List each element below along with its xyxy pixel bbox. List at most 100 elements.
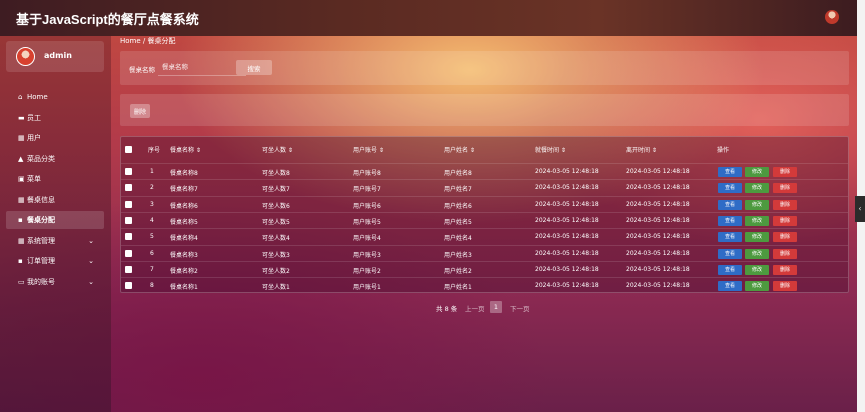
column-header-7: 操作 [717, 147, 730, 154]
table-cell: 3 [150, 200, 154, 208]
row-checkbox[interactable] [125, 233, 132, 241]
delete-button[interactable]: 删除 [773, 232, 797, 243]
pagination-current-page[interactable]: 1 [490, 301, 502, 313]
delete-button[interactable]: 删除 [773, 248, 797, 259]
delete-button[interactable]: 删除 [773, 167, 797, 177]
table-cell: 可坐人数1 [262, 284, 290, 292]
sidebar-item-3[interactable]: ▲ 菜品分类 [6, 150, 104, 168]
select-all-checkbox[interactable] [125, 146, 132, 153]
home-icon: ⌂ [18, 93, 23, 101]
table-cell: 2024-03-05 12:48:18 [626, 168, 690, 175]
delete-button[interactable]: 删除 [773, 281, 797, 292]
column-header-6[interactable]: 离开时间 ⇕ [626, 145, 657, 154]
search-label: 餐桌名称 [129, 66, 155, 74]
view-button[interactable]: 查看 [718, 248, 742, 259]
edit-button[interactable]: 修改 [745, 281, 769, 292]
view-button[interactable]: 查看 [718, 264, 742, 275]
row-checkbox[interactable] [125, 184, 132, 192]
sidebar-item-label: Home [27, 93, 48, 101]
sidebar-item-label: 系统管理 [27, 237, 55, 245]
avatar [16, 47, 35, 66]
delete-button[interactable]: 删除 [773, 264, 797, 275]
row-checkbox[interactable] [125, 168, 132, 175]
chat-icon: ▪ [18, 216, 23, 224]
user-box: admin [6, 41, 104, 72]
sidebar-item-label: 订单管理 [27, 257, 55, 265]
search-input[interactable] [158, 58, 246, 76]
menu-icon: ▣ [18, 175, 25, 183]
view-button[interactable]: 查看 [718, 232, 742, 243]
edit-button[interactable]: 修改 [745, 183, 769, 194]
row-checkbox[interactable] [125, 200, 132, 208]
edit-button[interactable]: 修改 [745, 264, 769, 275]
table-cell: 用户账号1 [353, 284, 381, 292]
pagination-prev[interactable]: 上一页 [465, 303, 485, 313]
delete-button[interactable]: 删除 [773, 215, 797, 226]
table-row: 1 餐桌名称8 可坐人数8 用户账号8 用户姓名8 2024-03-05 12:48:18… [121, 163, 848, 179]
column-header-3[interactable]: 用户账号 ⇕ [353, 145, 384, 154]
table-cell: 2024-03-05 12:48:18 [626, 233, 690, 241]
breadcrumb: Home / 餐桌分配 [120, 37, 176, 45]
view-button[interactable]: 查看 [718, 215, 742, 226]
sidebar-item-4[interactable]: ▣ 菜单 [6, 170, 104, 188]
table-cell: 1 [150, 168, 154, 175]
table-cell: 7 [150, 265, 154, 273]
delete-button[interactable]: 删除 [773, 199, 797, 210]
table-cell: 2024-03-05 12:48:18 [626, 200, 690, 208]
grid-icon: ▦ [18, 196, 25, 204]
edit-button[interactable]: 修改 [745, 215, 769, 226]
sidebar-item-label: 用户 [27, 134, 41, 142]
sidebar-item-9[interactable]: ▭ 我的账号 ⌄ [6, 273, 104, 291]
sidebar-item-1[interactable]: ▬ 员工 [6, 109, 104, 127]
table-cell: 2 [150, 184, 154, 192]
top-avatar-icon[interactable] [825, 10, 839, 24]
column-header-5[interactable]: 就餐时间 ⇕ [535, 145, 566, 154]
delete-button[interactable]: 删除 [773, 183, 797, 194]
row-checkbox[interactable] [125, 249, 132, 257]
table-cell: 2024-03-05 12:48:18 [626, 265, 690, 273]
view-button[interactable]: 查看 [718, 199, 742, 210]
account-icon: ▭ [18, 278, 25, 286]
row-checkbox[interactable] [125, 282, 132, 290]
table-cell: 可坐人数7 [262, 186, 290, 194]
view-button[interactable]: 查看 [718, 281, 742, 292]
chevron-down-icon: ⌄ [88, 278, 94, 286]
edit-button[interactable]: 修改 [745, 199, 769, 210]
table-cell: 8 [150, 282, 154, 290]
sidebar-item-6[interactable]: ▪ 餐桌分配 [6, 211, 104, 229]
table-row: 4 餐桌名称5 可坐人数5 用户账号5 用户姓名5 2024-03-05 12:48:18… [121, 211, 848, 228]
column-header-2[interactable]: 可坐人数 ⇕ [262, 145, 293, 154]
search-button[interactable]: 搜索 [236, 60, 272, 75]
table-row: 5 餐桌名称4 可坐人数4 用户账号4 用户姓名4 2024-03-05 12:48:18… [121, 228, 848, 244]
sidebar-item-0[interactable]: ⌂ Home [6, 88, 104, 106]
column-header-1[interactable]: 餐桌名称 ⇕ [170, 145, 201, 154]
side-collapse-chevron-icon[interactable]: ‹ [855, 196, 865, 222]
column-header-4[interactable]: 用户姓名 ⇕ [444, 145, 475, 154]
top-bar: 基于JavaScript的餐厅点餐系统 [0, 0, 857, 36]
view-button[interactable]: 查看 [718, 167, 742, 177]
pagination-next[interactable]: 下一页 [510, 303, 530, 313]
view-button[interactable]: 查看 [718, 183, 742, 194]
sidebar-item-5[interactable]: ▦ 餐桌信息 [6, 191, 104, 209]
edit-button[interactable]: 修改 [745, 248, 769, 259]
table-cell: 用户姓名3 [444, 251, 472, 259]
app-title: 基于JavaScript的餐厅点餐系统 [16, 12, 199, 27]
table-cell: 可坐人数6 [262, 202, 290, 210]
search-panel: 餐桌名称 搜索 [120, 51, 849, 85]
row-checkbox[interactable] [125, 265, 132, 273]
sidebar-item-7[interactable]: ▦ 系统管理 ⌄ [6, 232, 104, 250]
sidebar-item-label: 餐桌分配 [27, 216, 55, 224]
table-cell: 用户账号5 [353, 218, 381, 226]
table-cell: 2024-03-05 12:48:18 [535, 184, 599, 192]
pagination-total: 共 8 条 [436, 305, 458, 313]
row-checkbox[interactable] [125, 216, 132, 224]
edit-button[interactable]: 修改 [745, 232, 769, 243]
table-cell: 2024-03-05 12:48:18 [535, 265, 599, 273]
table-cell: 可坐人数5 [262, 218, 290, 226]
batch-delete-button[interactable]: 删除 [130, 104, 150, 118]
sidebar-item-8[interactable]: ▪ 订单管理 ⌄ [6, 252, 104, 270]
sidebar-item-2[interactable]: ▦ 用户 [6, 129, 104, 147]
table-cell: 用户账号7 [353, 186, 381, 194]
table-cell: 可坐人数4 [262, 235, 290, 243]
edit-button[interactable]: 修改 [745, 167, 769, 177]
